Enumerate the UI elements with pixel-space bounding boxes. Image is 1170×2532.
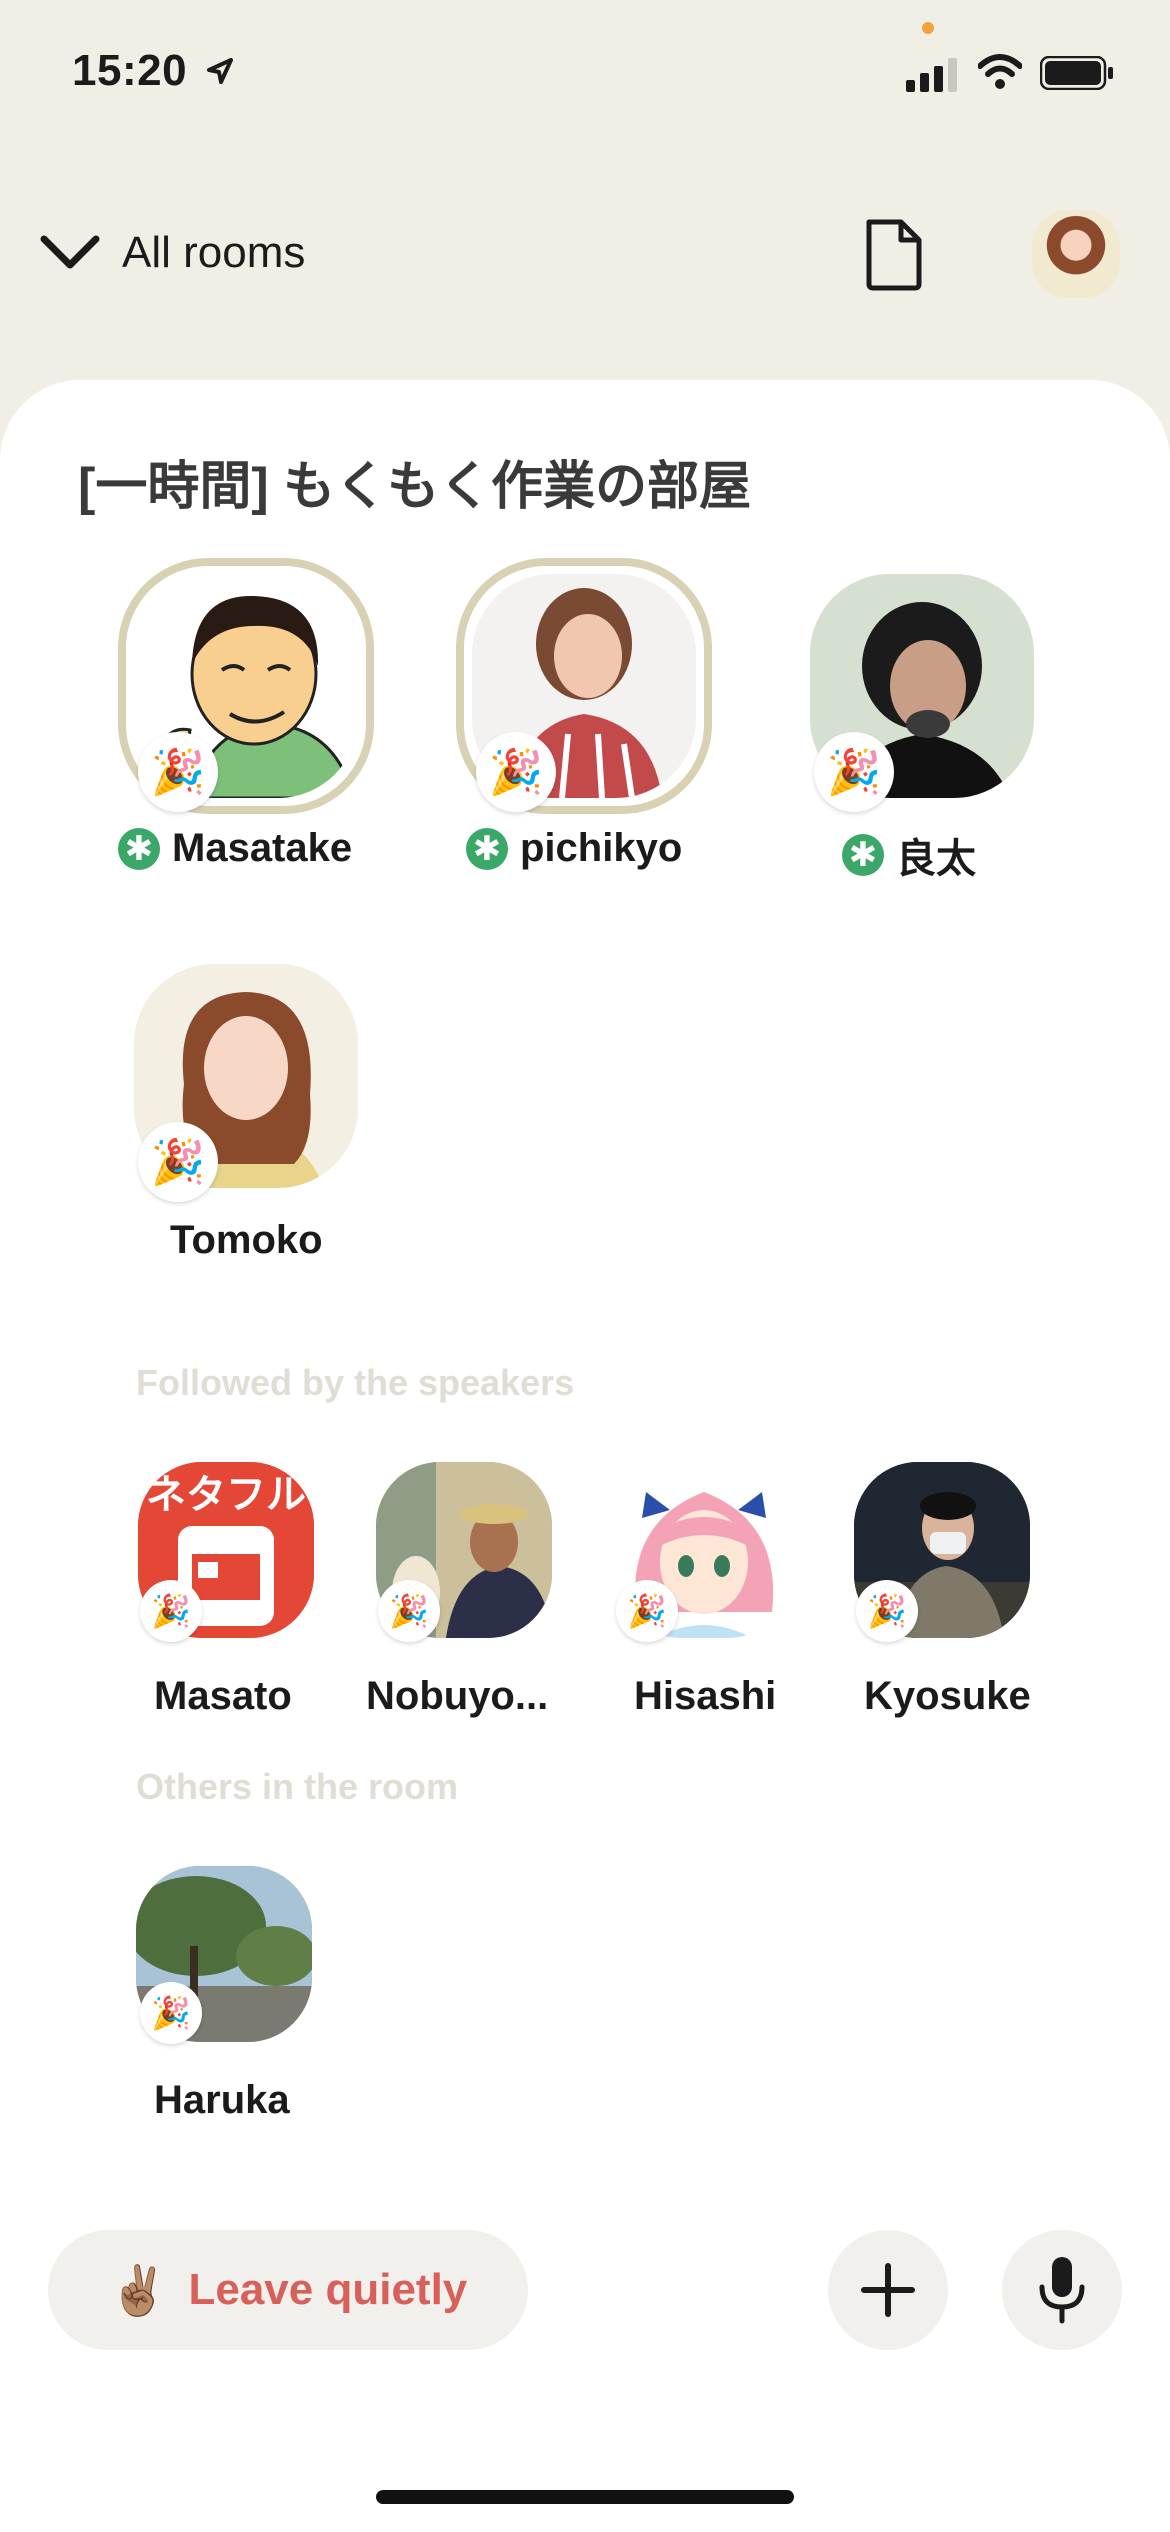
- party-popper-badge: 🎉: [138, 1122, 218, 1202]
- speaker-name: ✱ Masatake: [118, 826, 352, 871]
- location-arrow-icon: [207, 58, 233, 84]
- user-name: Nobuyo...: [366, 1674, 549, 1718]
- others-section-label: Others in the room: [136, 1766, 459, 1807]
- microphone-icon: [1039, 2257, 1085, 2324]
- privacy-indicator-dot: [922, 22, 934, 34]
- user-name: Hisashi: [634, 1674, 777, 1718]
- party-popper-badge: 🎉: [476, 732, 556, 812]
- raise-hand-mic-button[interactable]: [1002, 2230, 1122, 2350]
- peace-hand-icon: ✌🏽: [108, 2264, 169, 2318]
- document-icon[interactable]: [863, 218, 925, 292]
- party-popper-badge: 🎉: [378, 1580, 440, 1642]
- clock: 15:20: [72, 46, 188, 95]
- leave-quietly-button[interactable]: ✌🏽 Leave quietly: [48, 2230, 528, 2350]
- all-rooms-label: All rooms: [122, 228, 306, 277]
- party-popper-badge: 🎉: [814, 732, 894, 812]
- plus-icon: [861, 2263, 915, 2317]
- moderator-icon: ✱: [466, 827, 508, 870]
- party-popper-badge: 🎉: [138, 732, 218, 812]
- party-popper-badge: 🎉: [140, 1580, 202, 1642]
- leave-quietly-label: Leave quietly: [188, 2265, 468, 2314]
- party-popper-badge: 🎉: [140, 1982, 202, 2044]
- wifi-icon: [978, 54, 1022, 89]
- moderator-icon: ✱: [118, 827, 160, 870]
- party-popper-badge: 🎉: [856, 1580, 918, 1642]
- speaker-name: Tomoko: [170, 1218, 323, 1262]
- chevron-down-icon: [40, 235, 100, 269]
- moderator-icon: ✱: [842, 834, 884, 876]
- all-rooms-button[interactable]: All rooms: [38, 228, 305, 278]
- speaker-name: ✱ 良太: [842, 826, 976, 884]
- home-indicator[interactable]: [376, 2490, 794, 2504]
- followed-section-label: Followed by the speakers: [136, 1362, 575, 1403]
- cellular-signal-icon: [906, 58, 957, 92]
- status-bar: 15:20: [0, 0, 1170, 140]
- speaker-name: ✱ pichikyo: [466, 826, 682, 871]
- room-card: [一時間] もくもく作業の部屋 🎉 ✱ Masatake 🎉 ✱ pichiky…: [0, 380, 1170, 2532]
- user-name: Kyosuke: [864, 1674, 1031, 1718]
- user-name: Masato: [154, 1674, 292, 1718]
- party-popper-badge: 🎉: [616, 1580, 678, 1642]
- room-title: [一時間] もくもく作業の部屋: [78, 458, 752, 516]
- svg-text:ネタフル: ネタフル: [146, 1472, 306, 1518]
- add-button[interactable]: [828, 2230, 948, 2350]
- user-name: Haruka: [154, 2078, 290, 2122]
- profile-avatar[interactable]: [1032, 210, 1120, 298]
- battery-icon: [1040, 56, 1113, 90]
- room-action-bar: ✌🏽 Leave quietly: [0, 2230, 1170, 2350]
- room-header-bar: All rooms: [0, 200, 1170, 310]
